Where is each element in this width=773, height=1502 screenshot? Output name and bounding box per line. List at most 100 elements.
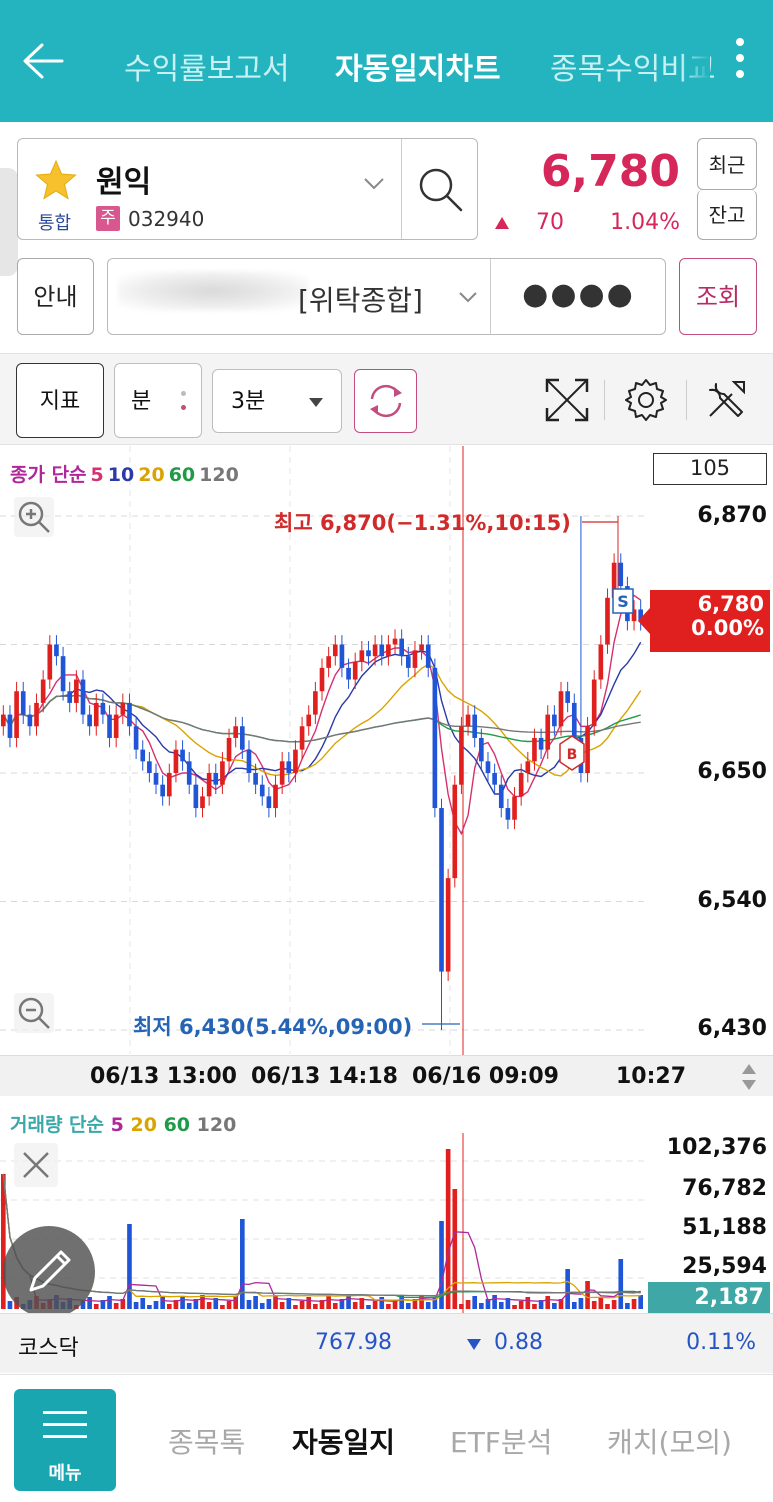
favorite-star-icon[interactable] xyxy=(34,159,78,201)
candle-body xyxy=(452,784,458,879)
volume-bar xyxy=(226,1301,232,1309)
unit-button[interactable]: 분 xyxy=(114,363,202,438)
candle-body xyxy=(591,679,597,727)
volume-bar xyxy=(233,1297,239,1309)
divider xyxy=(686,380,687,420)
indicator-button[interactable]: 지표 xyxy=(16,363,104,438)
volume-bar xyxy=(206,1302,212,1309)
market-index-bar[interactable]: 코스닥 767.98 0.88 0.11% xyxy=(0,1313,773,1373)
menu-button[interactable]: 메뉴 xyxy=(14,1389,116,1491)
close-icon[interactable] xyxy=(14,1143,58,1187)
volume-tick-label: 76,782 xyxy=(682,1176,767,1201)
candle-body xyxy=(120,702,126,715)
tools-icon[interactable] xyxy=(702,376,750,424)
volume-bar xyxy=(386,1304,391,1309)
up-triangle-icon xyxy=(495,217,509,229)
volume-bar xyxy=(532,1304,537,1309)
balance-button[interactable]: 잔고 xyxy=(697,190,757,240)
candle-body xyxy=(87,714,92,727)
volume-chart[interactable] xyxy=(0,1133,648,1313)
unit-toggle-dots xyxy=(181,391,187,413)
time-axis: 06/13 13:00 06/13 14:18 06/16 09:09 10:2… xyxy=(0,1055,773,1096)
visible-count-box[interactable]: 105 xyxy=(653,453,767,485)
candle-body xyxy=(618,562,624,587)
side-drawer-handle[interactable] xyxy=(0,168,18,276)
current-price: 6,780 xyxy=(540,146,680,197)
candle-body xyxy=(153,773,159,785)
tab-auto-journal-chart[interactable]: 자동일지차트 xyxy=(335,44,501,88)
divider xyxy=(401,139,402,239)
candle-body xyxy=(419,644,424,651)
account-type: [위탁종합] xyxy=(298,284,423,317)
volume-bar xyxy=(578,1298,584,1309)
volume-bar xyxy=(259,1303,265,1309)
candle-body xyxy=(459,726,464,785)
candle-body xyxy=(200,796,205,809)
volume-bar xyxy=(512,1305,517,1309)
period-select[interactable]: 3분 xyxy=(212,369,342,433)
nav-item-etf-analysis[interactable]: ETF분석 xyxy=(450,1421,552,1461)
volume-bar xyxy=(166,1304,172,1309)
volume-bar xyxy=(459,1304,464,1309)
candle-body xyxy=(565,691,570,703)
candle-body xyxy=(186,761,192,785)
query-button[interactable]: 조회 xyxy=(679,258,757,335)
volume-bar xyxy=(246,1300,252,1309)
tab-return-report[interactable]: 수익률보고서 xyxy=(124,44,290,88)
stock-selector[interactable]: 원익 통합 주 032940 xyxy=(17,138,478,240)
guide-button[interactable]: 안내 xyxy=(17,258,94,335)
search-icon[interactable] xyxy=(416,165,466,215)
candle-body xyxy=(80,679,86,715)
candle-body xyxy=(313,691,318,715)
ma-legend: 종가 단순 5 10 20 60 120 xyxy=(10,460,243,487)
volume-bar xyxy=(127,1224,132,1309)
chevron-down-icon[interactable] xyxy=(363,177,385,191)
volume-bar xyxy=(220,1305,225,1309)
price-chart[interactable]: SB xyxy=(0,446,773,1066)
candle-body xyxy=(166,773,172,797)
zoom-in-icon[interactable] xyxy=(14,497,54,537)
volume-bar xyxy=(293,1305,298,1309)
candle-body xyxy=(160,784,165,797)
index-value: 767.98 xyxy=(315,1330,392,1355)
candle-body xyxy=(512,796,517,820)
candle-body xyxy=(133,726,139,750)
back-arrow-icon[interactable] xyxy=(20,38,66,84)
candle-body xyxy=(538,737,544,750)
chevron-down-icon[interactable] xyxy=(458,291,478,304)
password-field[interactable]: ●●●● xyxy=(491,277,666,312)
volume-bar xyxy=(598,1297,604,1309)
candle-body xyxy=(479,737,484,762)
stock-code: 032940 xyxy=(128,207,205,231)
ma-legend-5: 5 xyxy=(90,464,104,486)
candle-body xyxy=(485,761,491,773)
candle-body xyxy=(605,597,610,645)
candle-body xyxy=(127,702,132,727)
candle-body xyxy=(193,784,199,809)
resize-arrows-icon[interactable] xyxy=(740,1062,758,1092)
low-annotation: 최저 6,430(5.44%,09:00) xyxy=(133,1015,413,1039)
time-label: 06/16 09:09 xyxy=(412,1064,559,1089)
volume-bar xyxy=(565,1269,570,1309)
ma-legend-120: 120 xyxy=(199,464,239,486)
volume-ma-line-60 xyxy=(2,1173,641,1299)
nav-item-stock-talk[interactable]: 종목톡 xyxy=(168,1421,245,1461)
volume-bar xyxy=(631,1299,637,1309)
ma-line-60 xyxy=(2,694,641,743)
volume-bar xyxy=(618,1259,624,1309)
refresh-button[interactable] xyxy=(354,369,417,433)
more-options-icon[interactable] xyxy=(732,38,748,88)
candle-body xyxy=(233,726,239,738)
zoom-out-icon[interactable] xyxy=(14,993,54,1033)
account-selector[interactable]: [위탁종합] ●●●● xyxy=(107,258,666,335)
candle-body xyxy=(472,714,478,738)
nav-item-catch-mock[interactable]: 캐치(모의) xyxy=(607,1421,732,1461)
recent-button[interactable]: 최근 xyxy=(697,138,757,190)
candle-body xyxy=(379,644,385,657)
nav-item-auto-journal[interactable]: 자동일지 xyxy=(292,1421,395,1461)
candle-body xyxy=(213,773,219,785)
candle-body xyxy=(532,737,537,762)
draw-pencil-button[interactable] xyxy=(3,1226,95,1318)
settings-gear-icon[interactable] xyxy=(622,376,670,424)
fullscreen-icon[interactable] xyxy=(543,376,591,424)
